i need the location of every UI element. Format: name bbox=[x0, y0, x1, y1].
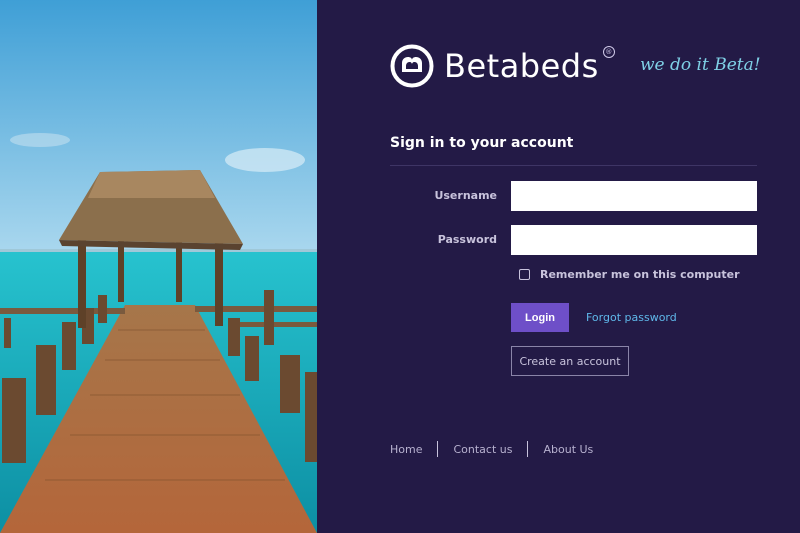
create-account-button[interactable]: Create an account bbox=[511, 346, 629, 376]
username-input[interactable] bbox=[511, 181, 757, 211]
footer-link-about[interactable]: About Us bbox=[543, 443, 593, 456]
brand-logo[interactable]: Betabeds ® bbox=[390, 42, 615, 90]
footer-separator bbox=[437, 441, 439, 457]
password-label: Password bbox=[437, 233, 497, 246]
footer-link-home[interactable]: Home bbox=[390, 443, 422, 456]
login-panel: Betabeds ® we do it Beta! Sign in to you… bbox=[317, 0, 800, 533]
password-input[interactable] bbox=[511, 225, 757, 255]
login-page: Betabeds ® we do it Beta! Sign in to you… bbox=[0, 0, 800, 533]
hero-photo bbox=[0, 0, 317, 533]
brand-tagline: we do it Beta! bbox=[640, 55, 761, 75]
footer-link-contact[interactable]: Contact us bbox=[453, 443, 512, 456]
login-button[interactable]: Login bbox=[511, 303, 569, 332]
registered-mark: ® bbox=[602, 46, 615, 58]
remember-me-label: Remember me on this computer bbox=[540, 268, 740, 281]
remember-me-row[interactable]: Remember me on this computer bbox=[519, 268, 740, 281]
username-label: Username bbox=[434, 189, 497, 202]
remember-me-checkbox[interactable] bbox=[519, 269, 530, 280]
footer-separator bbox=[527, 441, 529, 457]
signin-title: Sign in to your account bbox=[390, 135, 574, 151]
bed-circle-logo-icon bbox=[390, 44, 434, 88]
forgot-password-link[interactable]: Forgot password bbox=[586, 311, 677, 324]
footer-nav: Home Contact us About Us bbox=[390, 441, 593, 457]
brand-name: Betabeds bbox=[444, 47, 599, 85]
title-divider bbox=[390, 165, 757, 166]
